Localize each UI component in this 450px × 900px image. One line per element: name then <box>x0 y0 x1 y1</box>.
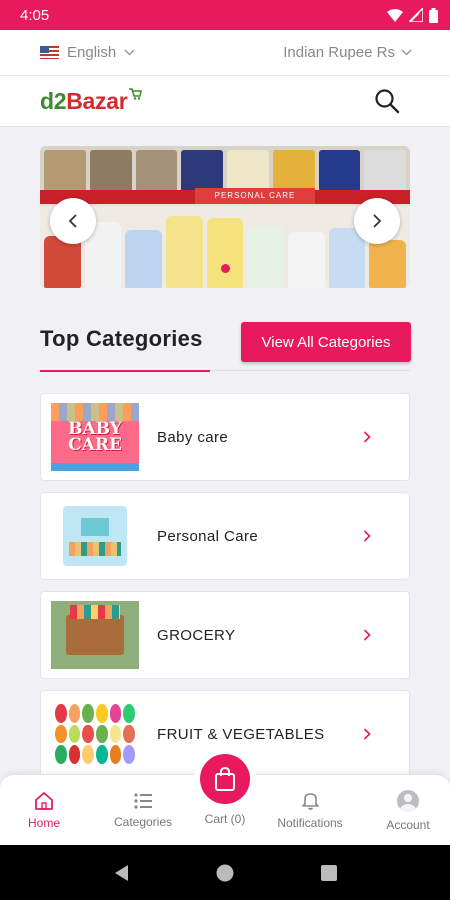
category-label: Baby care <box>157 428 229 446</box>
baby-care-thumb-text-2: CARE <box>68 435 122 455</box>
language-label: English <box>67 44 117 61</box>
account-icon <box>397 789 419 812</box>
status-time: 4:05 <box>20 6 50 24</box>
recents-icon[interactable] <box>320 864 337 881</box>
carousel-indicator <box>221 264 230 273</box>
status-icons <box>387 7 438 23</box>
app-header: d2 Bazar <box>0 76 450 127</box>
language-selector[interactable]: English <box>40 44 135 61</box>
category-label: GROCERY <box>157 626 236 644</box>
nav-home[interactable]: Home <box>14 775 74 846</box>
shopping-bag-icon <box>215 767 235 791</box>
category-card-personal-care[interactable]: Personal Care <box>40 492 410 580</box>
view-all-categories-button[interactable]: View All Categories <box>241 322 411 362</box>
battery-icon <box>429 7 438 23</box>
nav-categories[interactable]: Categories <box>108 775 178 846</box>
promo-banner[interactable]: PERSONAL CARE <box>40 146 410 288</box>
chevron-right-icon <box>363 530 371 542</box>
category-card-baby-care[interactable]: BABY CARE Baby care <box>40 393 410 481</box>
banner-prev-button[interactable] <box>50 198 96 244</box>
back-icon[interactable] <box>113 864 129 882</box>
currency-label: Indian Rupee Rs <box>283 44 395 61</box>
baby-care-thumbnail: BABY CARE <box>51 403 139 471</box>
system-nav-bar <box>0 845 450 900</box>
currency-selector[interactable]: Indian Rupee Rs <box>283 44 412 61</box>
chevron-right-icon <box>363 728 371 740</box>
home-circle-icon[interactable] <box>216 864 234 882</box>
grocery-thumbnail <box>51 601 139 669</box>
logo-text-part2: Bazar <box>66 87 128 114</box>
nav-cart-label: Cart (0) <box>204 812 246 826</box>
chevron-down-icon <box>401 49 412 56</box>
chevron-left-icon <box>68 214 77 228</box>
nav-account[interactable]: Account <box>375 775 441 846</box>
home-icon <box>35 792 53 810</box>
category-label: Personal Care <box>157 527 259 545</box>
nav-notifications-label: Notifications <box>277 816 343 830</box>
search-icon[interactable] <box>374 88 400 114</box>
wifi-icon <box>387 8 403 22</box>
nav-home-label: Home <box>27 816 60 830</box>
bell-icon <box>301 793 319 810</box>
shelf-label: PERSONAL CARE <box>195 188 315 204</box>
banner-next-button[interactable] <box>354 198 400 244</box>
list-icon <box>134 792 152 809</box>
nav-account-label: Account <box>386 817 430 832</box>
signal-icon <box>409 8 423 22</box>
category-label: FRUIT & VEGETABLES <box>157 725 325 743</box>
locale-strip: English Indian Rupee Rs <box>0 30 450 76</box>
chevron-right-icon <box>363 629 371 641</box>
flag-icon <box>40 46 59 59</box>
section-title: Top Categories <box>40 326 203 351</box>
nav-categories-label: Categories <box>113 814 173 829</box>
nav-notifications[interactable]: Notifications <box>270 775 350 846</box>
personal-care-thumbnail <box>51 502 139 570</box>
status-bar: 4:05 <box>0 0 450 30</box>
top-categories-header: Top Categories View All Categories <box>40 322 411 374</box>
chevron-down-icon <box>124 49 135 56</box>
section-divider <box>210 370 410 371</box>
category-card-grocery[interactable]: GROCERY <box>40 591 410 679</box>
d2bazar-logo[interactable]: d2 Bazar <box>40 87 143 115</box>
cart-button[interactable] <box>200 754 250 804</box>
category-list: BABY CARE Baby care Personal Care GROCER… <box>40 393 410 789</box>
fruit-vegetables-thumbnail <box>51 700 139 768</box>
nav-cart[interactable]: Cart (0) <box>192 754 258 826</box>
chevron-right-icon <box>373 214 382 228</box>
chevron-right-icon <box>363 431 371 443</box>
section-underline <box>40 370 210 372</box>
logo-cart-icon <box>129 88 143 100</box>
logo-text-part1: d2 <box>40 87 67 114</box>
